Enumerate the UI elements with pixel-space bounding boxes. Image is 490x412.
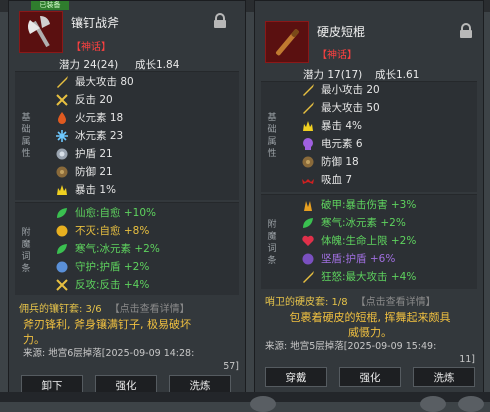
enchant-row: 坚盾:护盾 +6% — [301, 251, 395, 267]
orb-icon — [55, 260, 69, 274]
electric-icon — [301, 137, 315, 151]
stat-defense: 防御 18 — [301, 154, 359, 170]
equipped-item-card: 已装备 镶钉战斧 【神话】 潜力 24(24) 成长1.84 基 础 属 性 最… — [8, 0, 246, 395]
equip-button[interactable]: 穿戴 — [265, 367, 327, 387]
rarity-label: 【神话】 — [317, 50, 357, 61]
sword-icon — [55, 75, 69, 89]
set-info[interactable]: 佣兵的镶钉套: 3/6 【点击查看详情】 — [19, 300, 190, 315]
defense-icon — [55, 165, 69, 179]
counter-icon — [55, 278, 69, 292]
stat-ice: 冰元素 23 — [55, 128, 123, 144]
fire-icon — [55, 111, 69, 125]
stat-lifesteal: 吸血 7 — [301, 172, 352, 188]
enhance-button[interactable]: 强化 — [339, 367, 401, 387]
enchant-row: 不灭:自愈 +8% — [55, 223, 149, 239]
stat-shield: 护盾 21 — [55, 146, 113, 162]
orb-icon — [55, 224, 69, 238]
defense-icon — [301, 155, 315, 169]
counter-icon — [55, 93, 69, 107]
item-name: 硬皮短棍 — [317, 25, 366, 39]
enchant-row: 破甲:暴击伤害 +3% — [301, 197, 416, 213]
club-item-icon[interactable] — [265, 21, 309, 63]
growth-value: 成长1.61 — [375, 68, 420, 81]
stat-defense: 防御 21 — [55, 164, 113, 180]
potential-row: 潜力 17(17) 成长1.61 — [263, 67, 477, 81]
equipped-tag: 已装备 — [31, 1, 69, 10]
base-stats-section: 基 础 属 性 最大攻击 80 反击 20 火元素 18 冰元素 23 护盾 2… — [15, 71, 239, 200]
shield-icon — [55, 147, 69, 161]
crit-icon — [301, 119, 315, 133]
stat-electric: 电元素 6 — [301, 136, 363, 152]
leaf-icon — [55, 242, 69, 256]
stat-crit: 暴击 1% — [55, 182, 116, 198]
stat-max-attack: 最大攻击 80 — [55, 74, 134, 90]
enchant-row: 狂怒:最大攻击 +4% — [301, 269, 416, 285]
item-source: 来源: 地宫5层掉落[2025-09-09 15:49: 11] — [265, 341, 475, 365]
stat-counter: 反击 20 — [55, 92, 113, 108]
potential-value: 潜力 24(24) — [59, 58, 119, 71]
compare-item-card: 硬皮短棍 【神话】 潜力 17(17) 成长1.61 基 础 属 性 最小攻击 … — [254, 0, 484, 394]
potential-row: 潜力 24(24) 成长1.84 — [17, 57, 239, 71]
enchant-row: 体魄:生命上限 +2% — [301, 233, 416, 249]
enchant-row: 寒气:冰元素 +2% — [55, 241, 160, 257]
sword-icon — [301, 101, 315, 115]
flame-icon — [301, 198, 315, 212]
item-description: 包裹着硬皮的短棍, 挥舞起来颇具 威慑力。 — [289, 311, 451, 339]
enchant-section: 附 魔 词 条 破甲:暴击伤害 +3% 寒气:冰元素 +2% 体魄:生命上限 +… — [261, 194, 477, 289]
enchant-row: 守护:护盾 +2% — [55, 259, 149, 275]
leaf-icon — [301, 216, 315, 230]
enchant-row: 寒气:冰元素 +2% — [301, 215, 406, 231]
lock-icon[interactable] — [213, 13, 227, 29]
bat-icon — [301, 173, 315, 187]
stat-fire: 火元素 18 — [55, 110, 123, 126]
set-info[interactable]: 哨卫的硬皮套: 1/8 【点击查看详情】 — [265, 293, 436, 308]
axe-item-icon[interactable] — [19, 11, 63, 53]
ice-icon — [55, 129, 69, 143]
leaf-icon — [55, 206, 69, 220]
crit-icon — [55, 183, 69, 197]
heart-icon — [301, 234, 315, 248]
stat-crit: 暴击 4% — [301, 118, 362, 134]
item-source: 来源: 地宫6层掉落[2025-09-09 14:28: 57] — [23, 348, 239, 372]
enchant-section: 附 魔 词 条 仙愈:自愈 +10% 不灭:自愈 +8% 寒气:冰元素 +2% … — [15, 202, 239, 295]
base-stats-section: 基 础 属 性 最小攻击 20 最大攻击 50 暴击 4% 电元素 6 防御 1… — [261, 81, 477, 192]
enchant-row: 反攻:反击 +4% — [55, 277, 149, 293]
item-description: 斧刃锋利, 斧身镶满钉子, 极易破坏 力。 — [23, 318, 191, 346]
enchant-row: 仙愈:自愈 +10% — [55, 205, 156, 221]
potential-value: 潜力 17(17) — [303, 68, 363, 81]
stat-max-attack: 最大攻击 50 — [301, 100, 380, 116]
stat-min-attack: 最小攻击 20 — [301, 82, 380, 98]
rarity-label: 【神话】 — [71, 42, 111, 53]
orb-icon — [301, 252, 315, 266]
item-name: 镶钉战斧 — [71, 16, 120, 30]
sword-icon — [301, 83, 315, 97]
growth-value: 成长1.84 — [135, 58, 180, 71]
refine-button[interactable]: 洗炼 — [413, 367, 475, 387]
lock-icon[interactable] — [459, 23, 473, 39]
sword-icon — [301, 270, 315, 284]
background-bottom — [0, 392, 490, 412]
